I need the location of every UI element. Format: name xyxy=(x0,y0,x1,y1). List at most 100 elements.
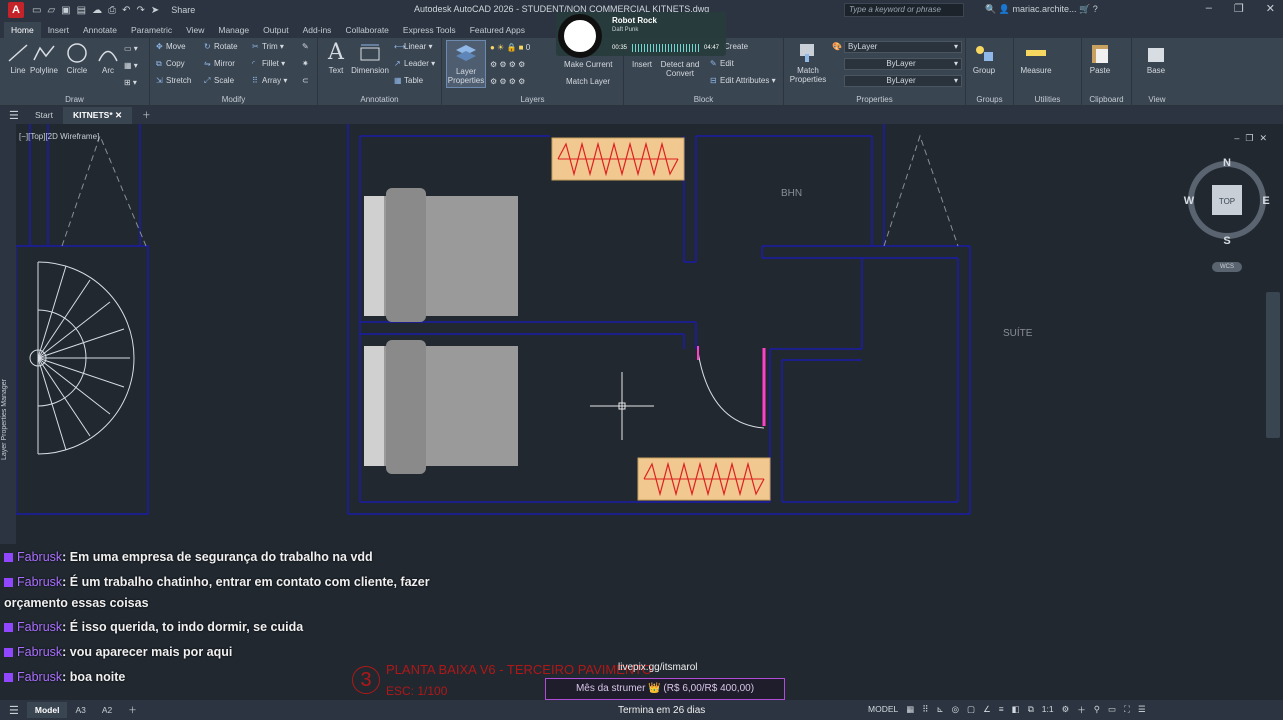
table-tool[interactable]: ▦ Table xyxy=(394,76,423,85)
share-icon[interactable]: ➤ xyxy=(151,5,159,16)
drawing-canvas[interactable]: BHN SUÍTE TOP N S E W WCS xyxy=(0,124,1283,544)
search-input[interactable]: Type a keyword or phrase xyxy=(844,3,964,17)
restore-icon[interactable]: ❐ xyxy=(1234,2,1244,15)
base-view-button[interactable]: Base xyxy=(1138,42,1174,75)
search-icon[interactable]: 🔍 xyxy=(985,4,996,14)
edit-block-button[interactable]: ✎ Edit xyxy=(710,59,734,68)
print-icon[interactable]: ⎙ xyxy=(108,5,116,16)
scale-tool[interactable]: ⤢ Scale xyxy=(204,76,234,86)
compass-south[interactable]: S xyxy=(1223,235,1230,247)
match-layer-button[interactable]: Match Layer xyxy=(566,77,610,86)
match-properties-button[interactable]: Match Properties xyxy=(788,42,828,84)
detect-convert-button[interactable]: Detect and Convert xyxy=(658,60,702,78)
annotation-panel-label[interactable]: Annotation xyxy=(318,95,441,104)
tab-featured-apps[interactable]: Featured Apps xyxy=(463,22,532,38)
new-file-icon[interactable]: ▭ xyxy=(32,5,41,16)
ortho-icon[interactable]: ⊾ xyxy=(937,704,944,716)
tab-manage[interactable]: Manage xyxy=(211,22,256,38)
layer-properties-button[interactable]: Layer Properties xyxy=(446,40,486,88)
autocad-logo-icon[interactable]: A xyxy=(8,2,24,18)
cart-icon[interactable]: 🛒 xyxy=(1079,4,1093,14)
utilities-panel-label[interactable]: Utilities xyxy=(1014,95,1081,104)
draw-panel-label[interactable]: Draw xyxy=(0,95,149,104)
customize-icon[interactable]: ☰ xyxy=(1138,704,1146,716)
measure-button[interactable]: Measure xyxy=(1016,42,1056,75)
modify-panel-label[interactable]: Modify xyxy=(150,95,317,104)
close-tab-icon[interactable]: ✕ xyxy=(115,110,122,120)
compass-east[interactable]: E xyxy=(1262,195,1269,207)
tab-add-ins[interactable]: Add-ins xyxy=(296,22,339,38)
tab-view[interactable]: View xyxy=(179,22,211,38)
add-layout-icon[interactable]: ＋ xyxy=(120,701,145,719)
viewport-restore-icon[interactable]: ❐ xyxy=(1245,133,1259,143)
osnap-icon[interactable]: ▢ xyxy=(967,704,975,716)
create-block-button[interactable]: Create xyxy=(724,42,748,51)
region-icon[interactable]: ⊞ ▾ xyxy=(124,78,137,87)
layer-tools-row-1[interactable]: ⚙ ⚙ ⚙ ⚙ xyxy=(490,60,525,69)
hardware-accel-icon[interactable]: ▭ xyxy=(1108,704,1116,716)
view-panel-label[interactable]: View xyxy=(1132,95,1182,104)
grid-icon[interactable]: ▦ xyxy=(906,704,914,716)
block-panel-label[interactable]: Block xyxy=(624,95,783,104)
color-select[interactable]: ByLayer ▾ xyxy=(844,41,962,53)
isolate-icon[interactable]: ⚲ xyxy=(1094,704,1100,716)
tab-a2[interactable]: A2 xyxy=(94,702,120,718)
user-menu[interactable]: 🔍 👤 mariac.archite... 🛒 ? xyxy=(985,4,1098,15)
minimize-icon[interactable]: – xyxy=(1206,2,1212,15)
fillet-tool[interactable]: ◜ Fillet ▾ xyxy=(252,59,285,68)
transparency-icon[interactable]: ◧ xyxy=(1012,704,1020,716)
viewport-minimize-icon[interactable]: – xyxy=(1234,133,1245,143)
hamburger-menu-icon[interactable]: ☰ xyxy=(9,109,25,122)
color-wheel-icon[interactable]: 🎨 xyxy=(832,42,842,51)
linetype-select[interactable]: ByLayer ▾ xyxy=(844,58,962,70)
compass-west[interactable]: W xyxy=(1184,195,1195,207)
layers-panel-label[interactable]: Layers xyxy=(442,95,623,104)
add-icon[interactable]: ＋ xyxy=(1077,704,1086,716)
share-button[interactable]: Share xyxy=(171,5,195,15)
rotate-tool[interactable]: ↻ Rotate xyxy=(204,42,238,51)
dimension-tool[interactable]: Dimension xyxy=(350,42,390,75)
trim-tool[interactable]: ✂ Trim ▾ xyxy=(252,42,284,51)
viewport-controls-label[interactable]: [−][Top][2D Wireframe] xyxy=(19,132,99,141)
erase-icon[interactable]: ✎ xyxy=(302,42,309,51)
layer-properties-side-panel[interactable] xyxy=(0,124,16,544)
leader-tool[interactable]: ↗ Leader ▾ xyxy=(394,59,435,68)
viewcube[interactable]: TOP N S E W xyxy=(1182,154,1272,264)
help-icon[interactable]: ? xyxy=(1093,4,1098,14)
make-current-button[interactable]: Make Current xyxy=(564,60,612,69)
polar-icon[interactable]: ◎ xyxy=(952,704,959,716)
clipboard-panel-label[interactable]: Clipboard xyxy=(1082,95,1131,104)
new-tab-icon[interactable]: ＋ xyxy=(132,106,161,124)
stretch-tool[interactable]: ⇲ Stretch xyxy=(156,76,191,85)
mirror-tool[interactable]: ⇋ Mirror xyxy=(204,59,235,68)
group-button[interactable]: Group xyxy=(966,42,1002,75)
selection-cycle-icon[interactable]: ⧉ xyxy=(1028,704,1034,716)
layout-menu-icon[interactable]: ☰ xyxy=(9,704,19,717)
tab-express-tools[interactable]: Express Tools xyxy=(396,22,463,38)
viewport-close-icon[interactable]: ✕ xyxy=(1259,133,1273,143)
explode-icon[interactable]: ✷ xyxy=(302,59,309,68)
tab-collaborate[interactable]: Collaborate xyxy=(338,22,395,38)
hatch-icon[interactable]: ▦ ▾ xyxy=(124,61,138,70)
otrack-icon[interactable]: ∠ xyxy=(983,704,991,716)
save-as-icon[interactable]: ▤ xyxy=(77,5,86,16)
compass-north[interactable]: N xyxy=(1223,157,1231,169)
properties-panel-label[interactable]: Properties xyxy=(784,95,965,104)
redo-icon[interactable]: ↷ xyxy=(136,5,144,16)
arc-tool[interactable]: Arc xyxy=(90,42,126,75)
lineweight-select[interactable]: ByLayer ▾ xyxy=(844,75,962,87)
close-icon[interactable]: ✕ xyxy=(1266,2,1275,15)
workspace-gear-icon[interactable]: ⚙ xyxy=(1062,704,1070,716)
navigation-bar[interactable] xyxy=(1266,292,1280,438)
open-file-icon[interactable]: ▱ xyxy=(47,5,55,16)
tab-a3[interactable]: A3 xyxy=(67,702,93,718)
tab-model[interactable]: Model xyxy=(26,702,68,718)
tab-output[interactable]: Output xyxy=(256,22,296,38)
polyline-tool[interactable]: Polyline xyxy=(26,42,62,75)
save-icon[interactable]: ▣ xyxy=(61,5,70,16)
tab-annotate[interactable]: Annotate xyxy=(76,22,124,38)
tab-kitnets[interactable]: KITNETS* ✕ xyxy=(62,106,133,124)
offset-icon[interactable]: ⊂ xyxy=(302,76,309,85)
insert-block-button[interactable]: Insert xyxy=(624,60,660,69)
copy-tool[interactable]: ⧉ Copy xyxy=(156,59,185,69)
